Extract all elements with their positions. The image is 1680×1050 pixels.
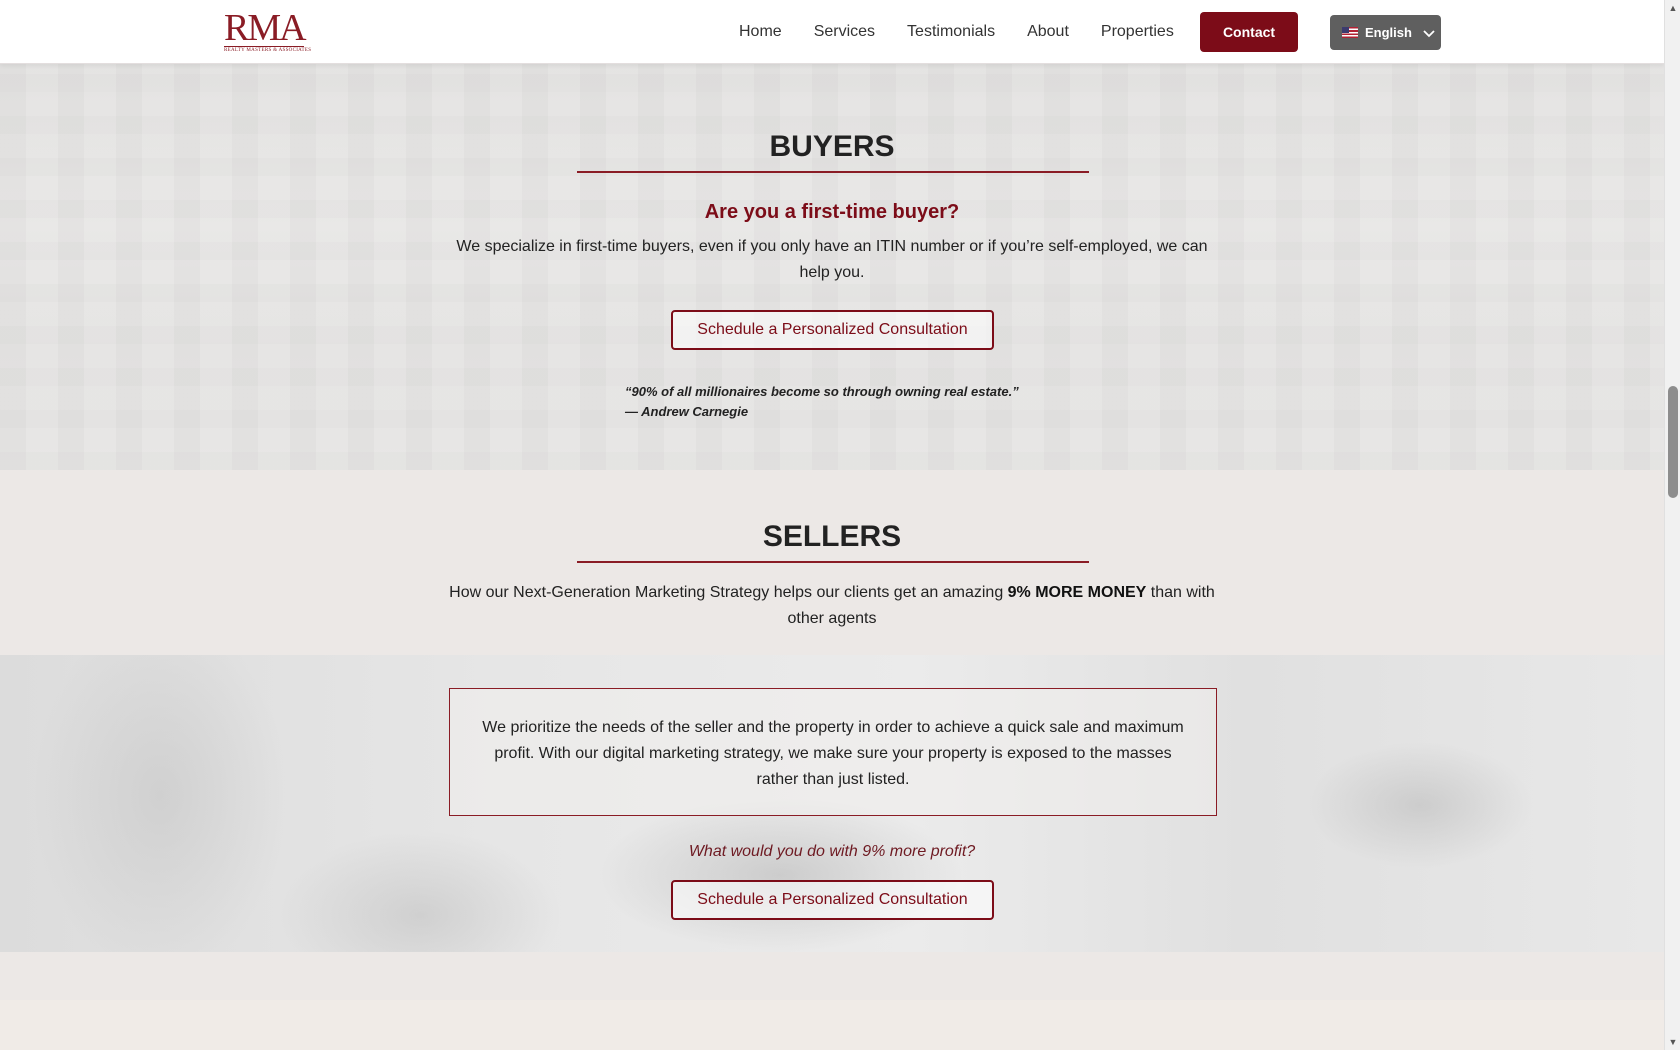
scroll-down-arrow-icon[interactable]: ▼ (1665, 1034, 1680, 1050)
buyers-subtitle: Are you a first-time buyer? (704, 201, 960, 223)
language-selector[interactable]: English (1330, 15, 1441, 50)
scrollbar-thumb[interactable] (1668, 386, 1678, 498)
logo[interactable]: RMA REALTY MASTERS & ASSOCIATES (224, 7, 312, 54)
contact-button[interactable]: Contact (1200, 12, 1298, 52)
quote-block: “90% of all millionaires become so throu… (625, 382, 1075, 422)
sellers-banner: We prioritize the needs of the seller an… (0, 655, 1664, 952)
site-header: RMA REALTY MASTERS & ASSOCIATES Home Ser… (0, 0, 1664, 64)
buyers-description: We specialize in first-time buyers, even… (456, 238, 1208, 281)
nav-home[interactable]: Home (739, 23, 782, 41)
language-label: English (1365, 25, 1412, 40)
scroll-up-arrow-icon[interactable]: ▲ (1665, 0, 1680, 16)
nav-properties[interactable]: Properties (1101, 23, 1174, 41)
page-scrollbar[interactable]: ▲ ▼ (1664, 0, 1680, 1050)
sellers-info-box: We prioritize the needs of the seller an… (449, 688, 1217, 816)
nav-about[interactable]: About (1027, 23, 1069, 41)
sellers-title: SELLERS (762, 520, 902, 553)
us-flag-icon (1342, 27, 1358, 38)
nav-testimonials[interactable]: Testimonials (907, 23, 995, 41)
logo-subtext: REALTY MASTERS & ASSOCIATES (224, 46, 312, 53)
sellers-consultation-button[interactable]: Schedule a Personalized Consultation (671, 880, 994, 920)
sellers-section: SELLERS How our Next-Generation Marketin… (0, 470, 1664, 655)
buyers-title-underline (577, 171, 1089, 173)
logo-mark: RMA (224, 7, 307, 49)
sellers-intro-highlight: 9% MORE MONEY (1007, 584, 1147, 601)
main-nav: Home Services Testimonials About Propert… (739, 0, 1206, 64)
buyers-title: BUYERS (769, 130, 895, 163)
next-section (0, 1000, 1664, 1050)
buyers-consultation-button[interactable]: Schedule a Personalized Consultation (671, 310, 994, 350)
section-spacer (0, 952, 1664, 1000)
sellers-title-underline (577, 561, 1089, 563)
nav-services[interactable]: Services (814, 23, 875, 41)
sellers-intro-start: How our Next-Generation Marketing Strate… (449, 584, 1008, 601)
sellers-intro: How our Next-Generation Marketing Strate… (444, 580, 1220, 632)
quote-text: “90% of all millionaires become so throu… (625, 384, 1019, 399)
buyers-section: BUYERS Are you a first-time buyer? We sp… (0, 64, 1664, 470)
sellers-question: What would you do with 9% more profit? (688, 843, 976, 860)
quote-author: — Andrew Carnegie (625, 404, 749, 419)
chevron-down-icon (1423, 29, 1435, 37)
page: RMA REALTY MASTERS & ASSOCIATES Home Ser… (0, 0, 1664, 1050)
